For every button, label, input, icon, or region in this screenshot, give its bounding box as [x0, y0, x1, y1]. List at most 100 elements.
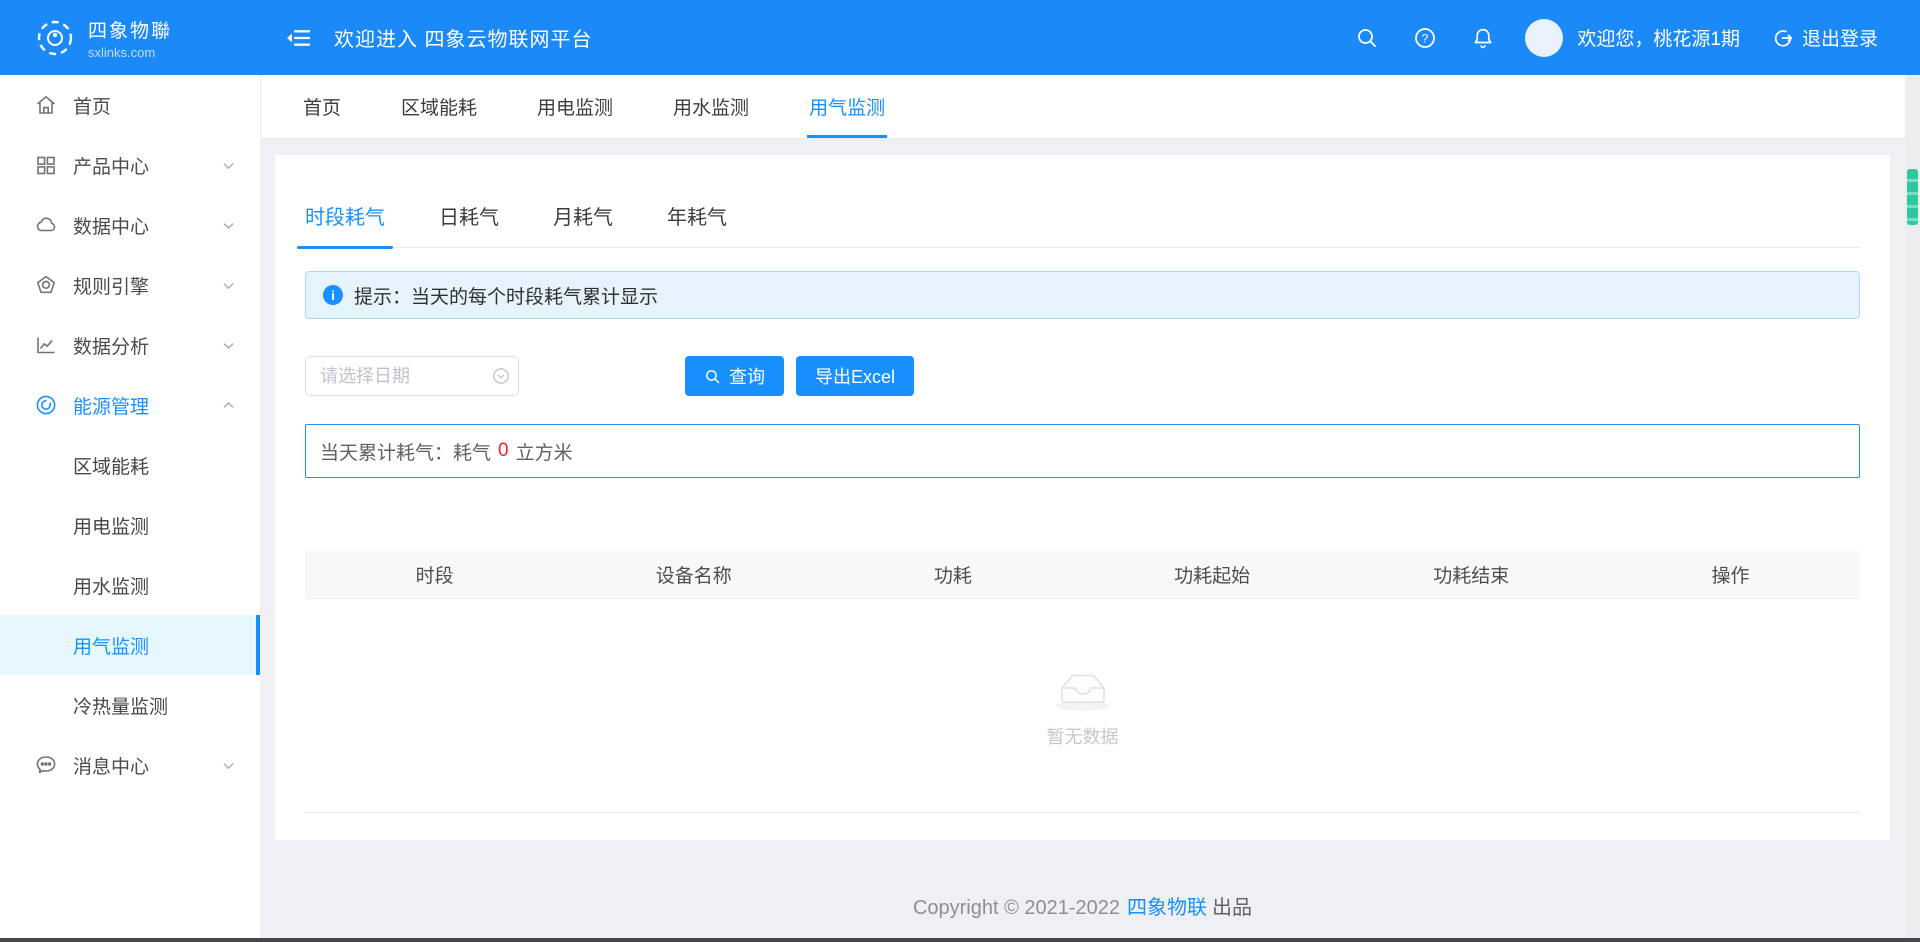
export-excel-label: 导出Excel: [815, 363, 895, 389]
data-table: 时段 设备名称 功耗 功耗起始 功耗结束 操作 暂无数据: [305, 551, 1860, 813]
chart-icon: [34, 333, 60, 357]
message-icon: [34, 753, 60, 777]
gas-monitor-card: 时段耗气 日耗气 月耗气 年耗气 提示：当天的每个时段耗气累计显示: [275, 155, 1890, 840]
nav-tab-region-energy[interactable]: 区域能耗: [401, 75, 477, 138]
energy-icon: [34, 393, 60, 417]
logout-label: 退出登录: [1802, 24, 1878, 51]
sidebar-item-home[interactable]: 首页: [0, 75, 260, 135]
table-header-consumption: 功耗: [823, 561, 1082, 588]
footer: Copyright © 2021-2022四象物联出品: [260, 891, 1905, 920]
sidebar-item-label: 产品中心: [73, 152, 149, 179]
sidebar-subitem-label: 用电监测: [73, 512, 149, 539]
sidebar-subitem-gas-monitor[interactable]: 用气监测: [0, 615, 260, 675]
sidebar-subitem-label: 冷热量监测: [73, 692, 168, 719]
svg-text:?: ?: [1422, 31, 1429, 45]
brand-logo-icon: [34, 17, 76, 59]
content-area: 时段耗气 日耗气 月耗气 年耗气 提示：当天的每个时段耗气累计显示: [260, 139, 1905, 938]
rule-engine-icon: [34, 273, 60, 297]
table-header-actions: 操作: [1601, 561, 1860, 588]
chevron-down-icon: [221, 218, 236, 233]
sidebar-subitem-label: 用气监测: [73, 632, 149, 659]
product-grid-icon: [34, 153, 60, 177]
scrollbar-thumb[interactable]: [1907, 169, 1918, 225]
brand-subtitle: sxlinks.com: [88, 45, 172, 60]
window-bottom-edge: [0, 938, 1920, 942]
logout-icon: [1772, 27, 1794, 49]
page-title: 欢迎进入 四象云物联网平台: [334, 23, 593, 52]
export-excel-button[interactable]: 导出Excel: [796, 356, 914, 396]
brand-title: 四象物聯: [88, 16, 172, 43]
sidebar-item-data-center[interactable]: 数据中心: [0, 195, 260, 255]
nav-tab-water-monitor[interactable]: 用水监测: [673, 75, 749, 138]
sidebar-item-label: 能源管理: [73, 392, 149, 419]
gas-tabs: 时段耗气 日耗气 月耗气 年耗气: [305, 155, 1860, 248]
user-avatar[interactable]: [1525, 19, 1563, 57]
sidebar-subitem-heat-monitor[interactable]: 冷热量监测: [0, 675, 260, 735]
table-header-row: 时段 设备名称 功耗 功耗起始 功耗结束 操作: [305, 551, 1860, 599]
page-scrollbar[interactable]: [1905, 75, 1920, 938]
query-form: 查询 导出Excel: [305, 356, 1860, 396]
query-button[interactable]: 查询: [685, 356, 784, 396]
chevron-down-icon: [221, 338, 236, 353]
notification-bell-icon[interactable]: [1471, 26, 1495, 50]
chevron-up-icon: [221, 398, 236, 413]
home-icon: [34, 93, 60, 117]
sidebar-item-energy-management[interactable]: 能源管理: [0, 375, 260, 435]
sidebar-item-label: 数据中心: [73, 212, 149, 239]
user-greeting: 欢迎您，桃花源1期: [1577, 24, 1740, 51]
sidebar-item-label: 首页: [73, 92, 111, 119]
empty-inbox-icon: [1050, 663, 1116, 713]
sidebar-collapse-icon[interactable]: [284, 24, 312, 52]
sidebar-subitem-label: 区域能耗: [73, 452, 149, 479]
sidebar-item-data-analysis[interactable]: 数据分析: [0, 315, 260, 375]
table-header-device-name: 设备名称: [564, 561, 823, 588]
sidebar-item-label: 数据分析: [73, 332, 149, 359]
brand-link[interactable]: 四象物联: [1127, 897, 1207, 919]
sidebar-subitem-region-energy[interactable]: 区域能耗: [0, 435, 260, 495]
nav-tab-home[interactable]: 首页: [303, 75, 341, 138]
tab-daily-gas[interactable]: 日耗气: [439, 201, 499, 247]
chevron-down-icon: [221, 278, 236, 293]
date-picker-input[interactable]: [305, 356, 519, 396]
query-button-label: 查询: [729, 363, 765, 389]
summary-label: 当天累计耗气：耗气: [320, 438, 491, 465]
nav-tabs: 首页 区域能耗 用电监测 用水监测 用气监测: [260, 75, 1905, 139]
table-header-consumption-start: 功耗起始: [1083, 561, 1342, 588]
tab-yearly-gas[interactable]: 年耗气: [667, 201, 727, 247]
sidebar: 首页 产品中心 数据中心: [0, 75, 260, 938]
nav-tab-electricity-monitor[interactable]: 用电监测: [537, 75, 613, 138]
logout-button[interactable]: 退出登录: [1772, 24, 1878, 51]
tab-monthly-gas[interactable]: 月耗气: [553, 201, 613, 247]
sidebar-item-product-center[interactable]: 产品中心: [0, 135, 260, 195]
summary-bar: 当天累计耗气：耗气 0 立方米: [305, 424, 1860, 478]
cloud-icon: [34, 213, 60, 237]
sidebar-subitem-water-monitor[interactable]: 用水监测: [0, 555, 260, 615]
sidebar-item-label: 规则引擎: [73, 272, 149, 299]
nav-tab-gas-monitor[interactable]: 用气监测: [809, 75, 885, 138]
chevron-down-icon: [221, 758, 236, 773]
sidebar-item-message-center[interactable]: 消息中心: [0, 735, 260, 795]
search-icon: [704, 368, 721, 385]
top-header: 四象物聯 sxlinks.com 欢迎进入 四象云物联网平台 ?: [0, 0, 1920, 75]
table-header-consumption-end: 功耗结束: [1342, 561, 1601, 588]
search-icon[interactable]: [1355, 26, 1379, 50]
table-header-period: 时段: [305, 561, 564, 588]
tab-period-gas[interactable]: 时段耗气: [305, 201, 385, 247]
app-window: 四象物聯 sxlinks.com 欢迎进入 四象云物联网平台 ?: [0, 0, 1920, 942]
date-picker-dropdown-icon[interactable]: [492, 367, 510, 385]
sidebar-subitem-label: 用水监测: [73, 572, 149, 599]
help-icon[interactable]: ?: [1413, 26, 1437, 50]
sidebar-item-label: 消息中心: [73, 752, 149, 779]
sidebar-item-rule-engine[interactable]: 规则引擎: [0, 255, 260, 315]
info-icon: [323, 285, 343, 305]
info-alert: 提示：当天的每个时段耗气累计显示: [305, 271, 1860, 319]
empty-text: 暂无数据: [1047, 723, 1119, 749]
chevron-down-icon: [221, 158, 236, 173]
sidebar-subitem-electricity-monitor[interactable]: 用电监测: [0, 495, 260, 555]
header-actions: ? 欢迎您，桃花源1期 退出登录: [1321, 0, 1878, 75]
copyright-suffix: 出品: [1212, 897, 1252, 919]
summary-unit: 立方米: [516, 438, 573, 465]
empty-state: 暂无数据: [305, 599, 1860, 813]
summary-value: 0: [498, 440, 509, 462]
brand-logo: 四象物聯 sxlinks.com: [0, 16, 260, 60]
